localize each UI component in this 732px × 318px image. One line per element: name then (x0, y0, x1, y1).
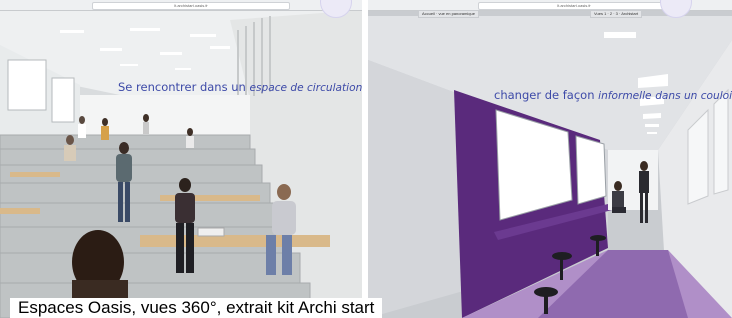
tab-right-label: Vues 1 · 2 · 3 · Archistart (594, 11, 639, 16)
corridor-scene-illustration (368, 16, 732, 318)
heading-right-italic-1: informelle (598, 90, 652, 102)
tab-left[interactable]: Accueil · vue en panoramique (418, 10, 479, 18)
address-bar[interactable]: lt.archistart.oasis.fr (92, 2, 290, 10)
panorama-view-left[interactable]: lt.archistart.oasis.fr Se rencontrer dan… (0, 0, 362, 318)
heading-right-italic-2: dans un couloir (655, 90, 732, 102)
heading-left-text: Se rencontrer dans un (118, 80, 250, 94)
heading-left-italic: espace de circulation (249, 82, 362, 94)
image-caption: Espaces Oasis, vues 360°, extrait kit Ar… (10, 298, 383, 318)
stairs-scene-illustration (0, 10, 362, 318)
panorama-view-right[interactable]: lt.archistart.oasis.fr Accueil · vue en … (368, 0, 732, 318)
browser-toolbar: lt.archistart.oasis.fr (0, 0, 362, 11)
address-bar[interactable]: lt.archistart.oasis.fr (478, 2, 670, 10)
address-bar-url: lt.archistart.oasis.fr (174, 3, 208, 8)
tab-right[interactable]: Vues 1 · 2 · 3 · Archistart (590, 10, 643, 18)
scene-heading-left: Se rencontrer dans un espace de circulat… (118, 80, 362, 94)
address-bar-url: lt.archistart.oasis.fr (557, 3, 591, 8)
scene-heading-right: changer de façon informelle dans un coul… (494, 88, 732, 102)
tab-left-label: Accueil · vue en panoramique (422, 11, 475, 16)
heading-right-text: changer de façon (494, 88, 599, 102)
